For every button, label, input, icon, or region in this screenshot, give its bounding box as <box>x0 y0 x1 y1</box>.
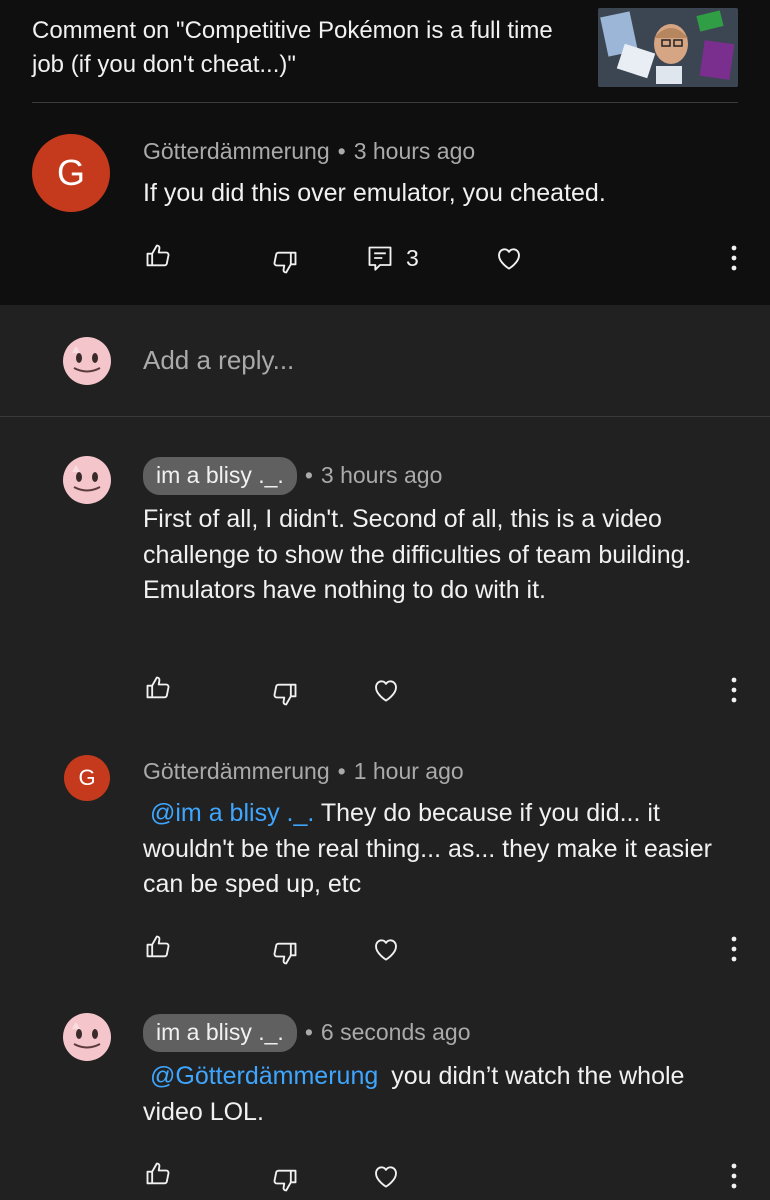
heart-button[interactable] <box>494 243 524 273</box>
reply-meta: im a blisy ._. • 3 hours ago <box>143 457 442 495</box>
more-vert-icon <box>731 936 737 962</box>
meta-separator: • <box>337 138 346 164</box>
mention-link[interactable]: @im a blisy ._. <box>150 799 314 827</box>
reply-input-divider <box>0 416 770 417</box>
dislike-button[interactable] <box>271 1166 299 1194</box>
thumbs-down-icon <box>273 683 297 706</box>
heart-button[interactable] <box>371 1161 401 1191</box>
meta-separator: • <box>337 758 346 784</box>
comment-icon <box>368 246 392 271</box>
meta-separator: • <box>304 462 313 488</box>
reply-text: First of all, I didn't. Second of all, t… <box>143 505 692 604</box>
more-vert-icon <box>731 677 737 703</box>
video-thumbnail[interactable] <box>598 8 738 87</box>
reply-button[interactable] <box>366 244 394 272</box>
reply-meta: im a blisy ._. • 6 seconds ago <box>143 1014 471 1052</box>
reply-count: 3 <box>406 245 419 271</box>
reply-time: 1 hour ago <box>353 758 464 784</box>
reply-avatar[interactable] <box>63 456 111 504</box>
reply-text-block: @Götterdämmerung you didn’t watch the wh… <box>143 1059 748 1130</box>
like-button[interactable] <box>144 674 172 702</box>
more-vert-icon <box>731 1163 737 1189</box>
heart-button[interactable] <box>371 934 401 964</box>
heart-button[interactable] <box>371 675 401 705</box>
thumbs-down-icon <box>273 1169 297 1192</box>
thumbs-down-icon <box>273 251 297 274</box>
dislike-button[interactable] <box>271 680 299 708</box>
thumbs-up-icon <box>146 935 170 958</box>
like-button[interactable] <box>144 1160 172 1188</box>
comment-meta: Götterdämmerung • 3 hours ago <box>143 138 475 165</box>
more-options-button[interactable] <box>724 676 744 704</box>
meta-separator: • <box>304 1019 313 1045</box>
mention-link[interactable]: @Götterdämmerung <box>150 1062 378 1090</box>
reply-avatar[interactable] <box>63 1013 111 1061</box>
like-button[interactable] <box>144 933 172 961</box>
reply-time: 3 hours ago <box>320 462 443 488</box>
like-button[interactable] <box>144 242 172 270</box>
page-title: Comment on "Competitive Pokémon is a ful… <box>32 17 553 78</box>
header-divider <box>32 102 738 103</box>
top-comment-section: Comment on "Competitive Pokémon is a ful… <box>0 0 770 305</box>
thumbs-down-icon <box>273 942 297 965</box>
more-options-button[interactable] <box>724 935 744 963</box>
creator-chip[interactable]: im a blisy ._. <box>143 457 297 495</box>
more-options-button[interactable] <box>724 1162 744 1190</box>
reply-avatar[interactable]: G <box>64 755 110 801</box>
comment-author[interactable]: Götterdämmerung <box>143 138 330 164</box>
heart-icon <box>375 680 397 702</box>
heart-icon <box>375 1166 397 1188</box>
comment-text: If you did this over emulator, you cheat… <box>143 179 606 207</box>
dislike-button[interactable] <box>271 939 299 967</box>
reply-text-block: @im a blisy ._. They do because if you d… <box>143 796 748 903</box>
reply-time: 6 seconds ago <box>320 1019 471 1045</box>
heart-icon <box>498 248 520 270</box>
dislike-button[interactable] <box>271 248 299 276</box>
thumbs-up-icon <box>146 676 170 699</box>
comment-time: 3 hours ago <box>353 138 476 164</box>
heart-icon <box>375 939 397 961</box>
more-vert-icon <box>731 245 737 271</box>
reply-author[interactable]: Götterdämmerung <box>143 758 330 784</box>
creator-chip[interactable]: im a blisy ._. <box>143 1014 297 1052</box>
add-reply-input[interactable]: Add a reply... <box>143 345 294 376</box>
avatar[interactable]: G <box>32 134 110 212</box>
current-user-avatar <box>63 337 111 385</box>
thumbs-up-icon <box>146 1162 170 1185</box>
more-options-button[interactable] <box>724 244 744 272</box>
thumbs-up-icon <box>146 244 170 267</box>
reply-meta: Götterdämmerung • 1 hour ago <box>143 758 464 785</box>
